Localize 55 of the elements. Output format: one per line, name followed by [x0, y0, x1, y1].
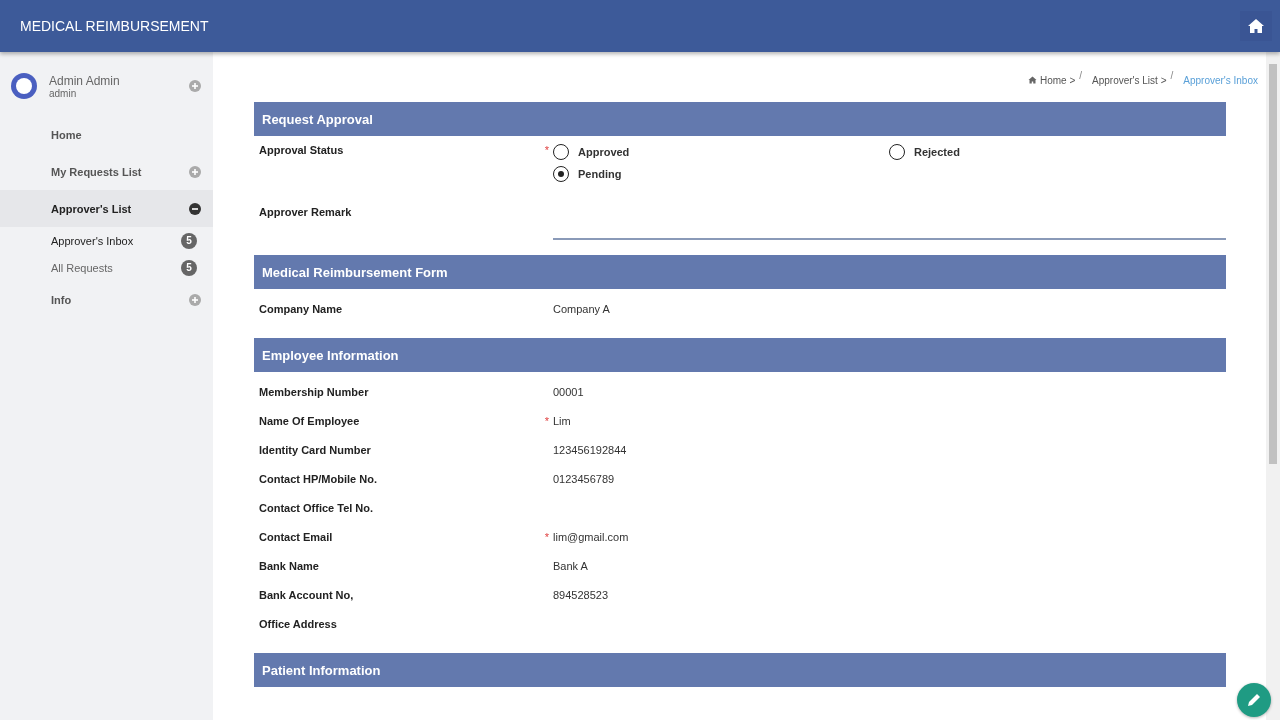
- field-label: Approval Status: [259, 144, 345, 156]
- field-label: Bank Account No,: [259, 588, 355, 601]
- nav-item[interactable]: Info: [0, 281, 213, 318]
- field-value: Company A: [553, 302, 611, 315]
- home-icon: [1247, 18, 1265, 34]
- field-label: Contact Office Tel No.: [259, 501, 375, 514]
- field-label: Office Address: [259, 617, 338, 630]
- nav-item[interactable]: My Requests List: [0, 153, 213, 190]
- field-label: Company Name: [259, 302, 344, 315]
- avatar-icon: [10, 72, 38, 100]
- breadcrumb-link[interactable]: Approver's List >: [1092, 70, 1167, 90]
- plus-circle-icon[interactable]: [189, 80, 201, 92]
- breadcrumb-separator: /: [1170, 70, 1174, 83]
- section-header: Request Approval: [254, 102, 1226, 136]
- nav-subitem[interactable]: Approver's Inbox 5: [0, 227, 213, 254]
- home-button[interactable]: [1240, 11, 1272, 41]
- scrollbar[interactable]: [1266, 52, 1280, 720]
- plus-circle-icon[interactable]: [189, 293, 201, 306]
- field-label: Approver Remark: [259, 206, 353, 218]
- field-label: Bank Name: [259, 559, 320, 572]
- section-header: Employee Information: [254, 338, 1226, 372]
- nav-item[interactable]: Approver's List: [0, 190, 213, 227]
- count-badge: 5: [181, 259, 197, 276]
- field-value: 123456192844: [553, 443, 628, 456]
- nav-item[interactable]: Home: [0, 116, 213, 153]
- field-value: 00001: [553, 385, 585, 398]
- minus-circle-icon[interactable]: [189, 202, 201, 215]
- app-title: MEDICAL REIMBURSEMENT: [20, 18, 209, 34]
- user-name: Admin Admin: [49, 73, 121, 88]
- radio-label: Approved: [578, 146, 630, 158]
- section-header: Medical Reimbursement Form: [254, 255, 1226, 289]
- field-label: Membership Number: [259, 385, 370, 398]
- home-icon: [1027, 76, 1037, 84]
- pencil-icon: [1246, 692, 1262, 708]
- section-header: Patient Information: [254, 653, 1226, 687]
- field-value: 0123456789: [553, 472, 616, 485]
- required-asterisk: *: [543, 414, 550, 427]
- count-badge: 5: [181, 232, 197, 249]
- nav-subitem[interactable]: All Requests 5: [0, 254, 213, 281]
- field-value: Lim: [553, 414, 572, 427]
- user-role: admin: [49, 87, 78, 99]
- field-value: Bank A: [553, 559, 589, 572]
- plus-circle-icon[interactable]: [189, 165, 201, 178]
- field-label: Name Of Employee: [259, 414, 361, 427]
- radio-label: Pending: [578, 168, 622, 180]
- required-asterisk: *: [543, 144, 550, 156]
- field-label: Contact Email: [259, 530, 334, 543]
- field-value: 894528523: [553, 588, 610, 601]
- radio-label: Rejected: [914, 146, 960, 158]
- field-label: Contact HP/Mobile No.: [259, 472, 378, 485]
- field-value: lim@gmail.com: [553, 530, 630, 543]
- required-asterisk: *: [543, 530, 550, 543]
- breadcrumb-link[interactable]: Home >: [1027, 70, 1076, 90]
- breadcrumb-separator: /: [1079, 70, 1083, 83]
- field-label: Identity Card Number: [259, 443, 372, 456]
